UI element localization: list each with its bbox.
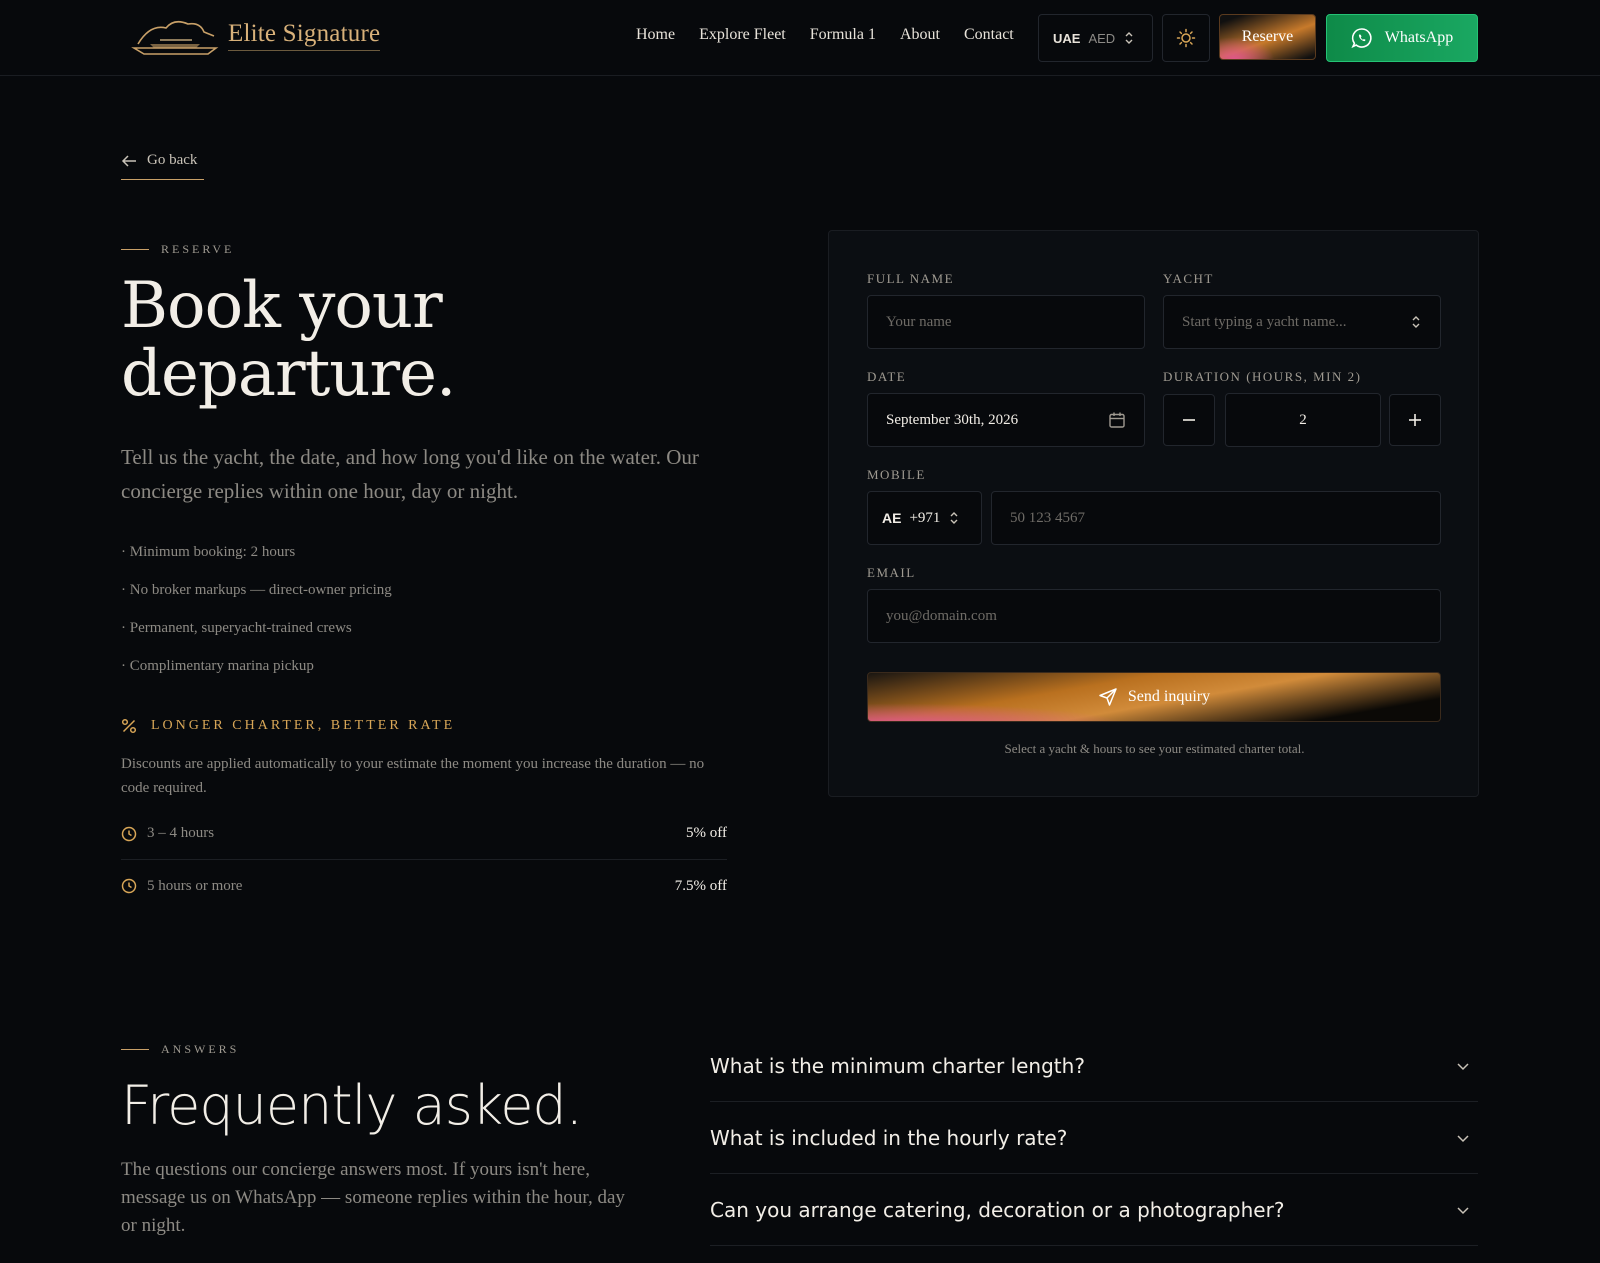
faq-list: What is the minimum charter length? What… xyxy=(710,1030,1478,1246)
benefit-item: · No broker markups — direct-owner prici… xyxy=(121,582,392,598)
brand-name: Elite Signature xyxy=(228,20,381,51)
faq-question: What is included in the hourly rate? xyxy=(710,1125,1068,1150)
mobile-label: MOBILE xyxy=(867,467,926,482)
faq-title: Frequently asked. xyxy=(121,1074,583,1137)
whatsapp-button[interactable]: WhatsApp xyxy=(1326,14,1478,62)
tier-value: 7.5% off xyxy=(674,877,727,894)
whatsapp-icon xyxy=(1351,28,1372,49)
chevron-down-icon xyxy=(1457,1206,1469,1214)
send-inquiry-button[interactable]: Send inquiry xyxy=(867,672,1441,722)
brand-logo[interactable]: Elite Signature xyxy=(130,14,381,56)
chevron-updown-icon xyxy=(950,512,958,524)
minus-icon xyxy=(1183,419,1195,421)
country-code: AE xyxy=(882,510,902,526)
duration-label: DURATION (HOURS, MIN 2) xyxy=(1163,369,1362,384)
yacht-placeholder: Start typing a yacht name... xyxy=(1182,313,1347,330)
go-back-link[interactable]: Go back xyxy=(121,152,204,180)
faq-question: Can you arrange catering, decoration or … xyxy=(710,1197,1285,1222)
title-line-2: departure. xyxy=(121,337,456,411)
discount-description: Discounts are applied automatically to y… xyxy=(121,756,705,796)
mobile-input[interactable]: 50 123 4567 xyxy=(991,491,1441,545)
date-label: DATE xyxy=(867,369,907,384)
whatsapp-label: WhatsApp xyxy=(1384,29,1454,46)
full-name-input[interactable]: Your name xyxy=(867,295,1145,349)
discount-heading: LONGER CHARTER, BETTER RATE xyxy=(121,718,455,734)
plus-icon xyxy=(1409,414,1421,426)
chevron-down-icon xyxy=(1457,1062,1469,1070)
eyebrow-text: ANSWERS xyxy=(161,1042,240,1056)
reserve-button[interactable]: Reserve xyxy=(1219,14,1316,60)
date-picker[interactable]: September 30th, 2026 xyxy=(867,393,1145,447)
title-line-1: Book your xyxy=(121,269,443,343)
nav-link-home[interactable]: Home xyxy=(636,26,675,44)
currency-selector[interactable]: UAE AED xyxy=(1038,14,1153,62)
chevron-updown-icon xyxy=(1125,32,1133,44)
hero-subtitle: Tell us the yacht, the date, and how lon… xyxy=(121,445,699,503)
yacht-select[interactable]: Start typing a yacht name... xyxy=(1163,295,1441,349)
nav-links: Home Explore Fleet Formula 1 About Conta… xyxy=(636,26,1014,44)
chevron-down-icon xyxy=(1457,1134,1469,1142)
eyebrow-line xyxy=(121,249,149,250)
faq-item[interactable]: What is included in the hourly rate? xyxy=(710,1102,1478,1174)
theme-toggle-button[interactable] xyxy=(1162,14,1210,62)
benefit-list: · Minimum booking: 2 hours · No broker m… xyxy=(121,544,392,696)
discount-heading-text: LONGER CHARTER, BETTER RATE xyxy=(151,718,456,733)
region-code: UAE xyxy=(1053,30,1081,46)
sun-icon xyxy=(1176,28,1196,48)
email-label: EMAIL xyxy=(867,565,916,580)
email-input[interactable]: you@domain.com xyxy=(867,589,1441,643)
calendar-icon xyxy=(1109,412,1125,428)
discount-tier-row: 3 – 4 hours 5% off xyxy=(121,808,727,860)
benefit-item: · Complimentary marina pickup xyxy=(121,658,314,674)
percent-icon xyxy=(121,718,137,734)
duration-increment-button[interactable] xyxy=(1389,394,1441,446)
dial-code: +971 xyxy=(909,509,941,526)
booking-form: FULL NAME Your name YACHT Start typing a… xyxy=(828,230,1479,797)
benefit-item: · Minimum booking: 2 hours xyxy=(121,544,296,560)
full-name-label: FULL NAME xyxy=(867,271,955,286)
page-title: Book your departure. xyxy=(121,272,601,408)
nav-link-explore-fleet[interactable]: Explore Fleet xyxy=(699,26,786,44)
date-value: September 30th, 2026 xyxy=(886,411,1019,428)
reserve-eyebrow: RESERVE xyxy=(121,242,234,257)
country-code-select[interactable]: AE +971 xyxy=(867,491,982,545)
faq-question: What is the minimum charter length? xyxy=(710,1053,1085,1078)
arrow-left-icon xyxy=(121,154,136,167)
eyebrow-line xyxy=(121,1049,149,1050)
faq-item[interactable]: Can you arrange catering, decoration or … xyxy=(710,1174,1478,1246)
nav-link-contact[interactable]: Contact xyxy=(964,26,1014,44)
chevron-updown-icon xyxy=(1412,316,1420,328)
duration-decrement-button[interactable] xyxy=(1163,394,1215,446)
tier-value: 5% off xyxy=(686,825,727,841)
currency-code: AED xyxy=(1088,30,1116,46)
tier-label-group: 5 hours or more xyxy=(121,878,242,895)
send-inquiry-label: Send inquiry xyxy=(1127,688,1211,705)
clock-icon xyxy=(121,878,137,894)
duration-input[interactable]: 2 xyxy=(1225,393,1381,447)
yacht-label: YACHT xyxy=(1163,271,1214,286)
yacht-logo-icon xyxy=(131,20,219,55)
discount-tier-row: 5 hours or more 7.5% off xyxy=(121,860,727,912)
top-nav: Elite Signature Home Explore Fleet Formu… xyxy=(0,0,1600,76)
faq-subtitle: The questions our concierge answers most… xyxy=(121,1159,625,1236)
benefit-item: · Permanent, superyacht-trained crews xyxy=(121,620,352,636)
nav-link-formula-1[interactable]: Formula 1 xyxy=(810,26,876,44)
nav-link-about[interactable]: About xyxy=(900,26,940,44)
send-icon xyxy=(1099,688,1117,706)
eyebrow-text: RESERVE xyxy=(161,242,235,256)
go-back-label: Go back xyxy=(147,152,198,168)
tier-label: 3 – 4 hours xyxy=(147,825,215,841)
answers-eyebrow: ANSWERS xyxy=(121,1042,239,1057)
faq-item[interactable]: What is the minimum charter length? xyxy=(710,1030,1478,1102)
tier-label: 5 hours or more xyxy=(147,877,243,894)
clock-icon xyxy=(121,826,137,841)
tier-label-group: 3 – 4 hours xyxy=(121,825,214,842)
estimate-note: Select a yacht & hours to see your estim… xyxy=(1004,741,1305,756)
